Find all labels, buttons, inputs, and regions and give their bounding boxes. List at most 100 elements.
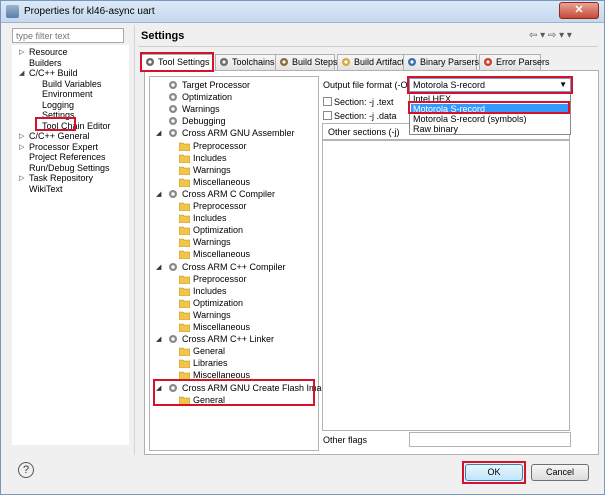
gear-icon [168,334,178,344]
nav-item-wikitext[interactable]: WikiText [29,183,63,195]
tree-item-warnings[interactable]: Warnings [178,236,231,248]
highlight-selected-option [408,101,570,114]
tree-item-cross-arm-c-compiler[interactable]: Cross ARM C++ Compiler [168,261,286,273]
tree-item-label: Cross ARM C++ Linker [182,334,275,345]
build-steps-icon [279,57,289,67]
other-sections-label: Other sections (-j) [328,127,400,137]
tree-item-warnings[interactable]: Warnings [178,309,231,321]
section-text-checkbox[interactable] [323,97,332,106]
tab-label: Error Parsers [496,57,550,67]
tree-item-label: Libraries [193,358,228,369]
gear-icon [168,116,178,126]
tree-item-includes[interactable]: Includes [178,285,227,297]
tree-item-optimization[interactable]: Optimization [168,91,232,103]
expanded-arrow-icon[interactable]: ◢ [156,263,161,271]
collapsed-arrow-icon[interactable]: ▷ [19,174,24,182]
collapsed-arrow-icon[interactable]: ▷ [19,143,24,151]
expanded-arrow-icon[interactable]: ◢ [19,69,24,77]
tree-item-label: Cross ARM C++ Compiler [182,261,286,272]
tree-item-label: Includes [193,213,227,224]
highlight-tool-settings-tab [140,52,214,72]
tree-item-preprocessor[interactable]: Preprocessor [178,273,247,285]
option-motorola-srecord-symbols[interactable]: Motorola S-record (symbols) [411,114,569,124]
error-parsers-icon [483,57,493,67]
nav-item-label: Build Variables [42,78,102,89]
tree-item-preprocessor[interactable]: Preprocessor [178,200,247,212]
gear-icon [168,92,178,102]
section-text-label: Section: -j .text [334,97,394,107]
folder-icon [178,237,191,248]
tree-item-optimization[interactable]: Optimization [178,224,243,236]
folder-icon [178,322,191,333]
tree-item-label: Target Processor [182,80,251,90]
properties-dialog: Properties for kl46-async uart ✕ Resourc… [0,0,605,495]
tree-item-cross-arm-c-compiler[interactable]: Cross ARM C Compiler [168,188,275,200]
binary-parsers-icon [407,57,417,67]
collapsed-arrow-icon[interactable]: ▷ [19,48,24,56]
highlight-ok-button [462,461,526,484]
tree-item-debugging[interactable]: Debugging [168,115,226,127]
tab-binary-parsers[interactable]: Binary Parsers [403,54,480,70]
tree-item-preprocessor[interactable]: Preprocessor [178,140,247,152]
folder-icon [178,141,191,151]
tab-label: Build Steps [292,57,338,67]
other-sections-list[interactable] [322,140,570,431]
tree-item-miscellaneous[interactable]: Miscellaneous [178,176,251,188]
property-nav-tree: Resource ▷ Builders C/C++ Build ◢ Build Varia… [12,45,129,445]
history-nav-icons[interactable]: ⇦ ▾ ⇨ ▾ ▾ [529,30,572,41]
nav-item-label: Environment [42,89,93,99]
tab-label: Binary Parsers [420,57,480,67]
folder-icon [178,249,191,260]
tree-item-warnings[interactable]: Warnings [168,103,220,115]
header-divider [138,46,598,47]
gear-icon [168,80,178,90]
close-button[interactable]: ✕ [559,2,599,19]
tree-item-general[interactable]: General [178,345,225,357]
tree-item-includes[interactable]: Includes [178,212,227,224]
cancel-button[interactable]: Cancel [531,464,589,481]
tree-item-label: Preprocessor [193,273,247,284]
section-data-checkbox[interactable] [323,111,332,120]
expanded-arrow-icon[interactable]: ◢ [156,335,161,343]
tree-item-miscellaneous[interactable]: Miscellaneous [178,321,251,333]
filter-input[interactable] [12,28,124,43]
sash-divider[interactable] [134,25,135,455]
tree-item-label: Preprocessor [193,140,247,151]
title-bar: Properties for kl46-async uart ✕ [1,1,604,23]
collapsed-arrow-icon[interactable]: ▷ [19,132,24,140]
tree-item-cross-arm-c-linker[interactable]: Cross ARM C++ Linker [168,333,274,345]
app-icon [6,5,19,18]
tree-item-label: Cross ARM C Compiler [182,188,276,199]
tree-item-label: Miscellaneous [193,249,251,260]
expanded-arrow-icon[interactable]: ◢ [156,190,161,198]
tree-item-includes[interactable]: Includes [178,152,227,164]
tab-toolchains[interactable]: Toolchains [215,54,279,70]
option-raw-binary[interactable]: Raw binary [411,124,569,134]
tab-build-artifact[interactable]: Build Artifact [337,54,407,70]
gear-icon [168,262,178,272]
expanded-arrow-icon[interactable]: ◢ [156,129,161,137]
tree-item-label: Warnings [182,104,220,115]
tree-item-label: Miscellaneous [193,176,251,187]
tree-item-cross-arm-gnu-assembler[interactable]: Cross ARM GNU Assembler [168,127,295,139]
folder-icon [178,165,191,175]
gear-icon [168,189,178,199]
help-icon[interactable]: ? [18,462,34,478]
tree-item-warnings[interactable]: Warnings [178,164,231,176]
nav-item-label: Logging [42,99,75,110]
tree-item-label: Cross ARM GNU Assembler [182,128,295,139]
output-format-label: Output file format (-O) [323,80,411,90]
folder-icon [178,274,191,284]
tree-item-label: Miscellaneous [193,322,251,332]
tree-item-label: Warnings [193,309,231,320]
tab-error-parsers[interactable]: Error Parsers [479,54,550,70]
tree-item-libraries[interactable]: Libraries [178,357,228,369]
tree-item-miscellaneous[interactable]: Miscellaneous [178,248,251,260]
folder-icon [178,358,191,369]
tab-build-steps[interactable]: Build Steps [275,54,338,70]
tree-item-label: Optimization [193,297,244,308]
tree-item-label: Warnings [193,164,231,175]
tree-item-target-processor[interactable]: Target Processor [168,79,250,91]
tree-item-optimization[interactable]: Optimization [178,297,244,309]
other-flags-input[interactable] [409,432,571,447]
